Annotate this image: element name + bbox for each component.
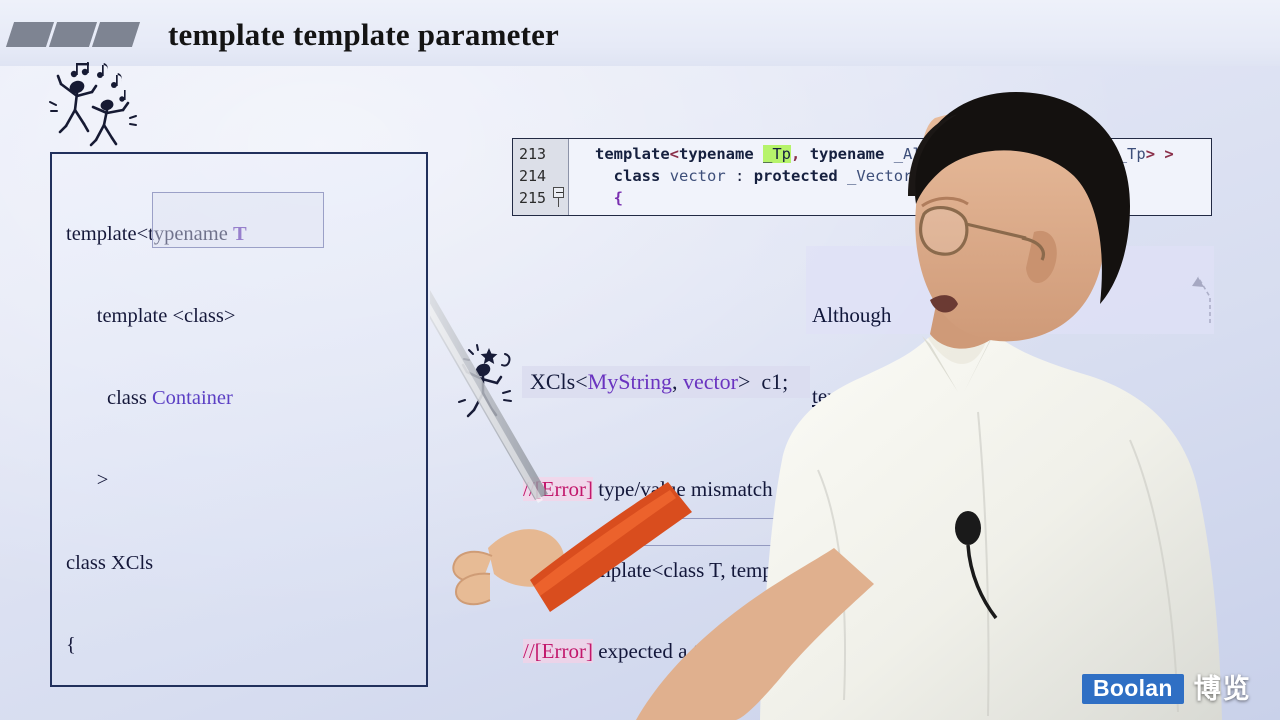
source-code-panel: template<typename T template <class> cla…: [50, 152, 428, 720]
line-number: 213: [519, 145, 547, 163]
code-fold-toggle-icon[interactable]: [553, 187, 564, 198]
code-line: >: [66, 469, 109, 492]
dancing-figure-small-icon: [455, 338, 525, 420]
code-line: class Container: [66, 387, 233, 410]
editor-gutter: 213 214 215: [513, 139, 569, 215]
error-line: //[Error] expected a template of type 't: [523, 639, 844, 663]
annotation-note: Although uced by tem when dedu arameter.: [806, 246, 1214, 489]
editor-code-line: template<typename _Tp, typename _Alloc =…: [595, 145, 1174, 163]
code-line: template<typename T: [66, 222, 247, 245]
code-line: private:: [66, 714, 412, 720]
declaration-statement: XCls<MyString, vector> c1;: [522, 366, 810, 398]
decl-prefix: XCls<: [530, 369, 588, 394]
decl-suffix: > c1;: [737, 369, 789, 394]
decl-sep: ,: [672, 369, 684, 394]
decl-arg2: vector: [683, 369, 738, 394]
editor-code-line: class vector : protected _Vector_base<_T…: [613, 167, 1081, 185]
decor-block-1: [5, 22, 55, 47]
error-line: //[Error] type/value mismatch at argume: [523, 477, 861, 501]
page-title: template template parameter: [168, 17, 560, 52]
error-messages: //[Error] type/value mismatch at argume …: [523, 422, 993, 720]
code-line: template <class>: [66, 305, 236, 328]
slide-canvas: template template parameter template<typ…: [0, 0, 1280, 720]
dancing-figures-icon: [44, 58, 154, 150]
editor-code: template<typename _Tp, typename _Alloc =…: [571, 139, 1174, 209]
editor-code-line: {: [613, 189, 624, 207]
slide-header: template template parameter: [0, 0, 1280, 66]
error-highlight-box: [640, 518, 940, 546]
code-line: class XCls: [66, 551, 154, 574]
code-line: {: [66, 633, 76, 656]
logo-chinese-text: 博览: [1193, 673, 1252, 704]
brand-logo: Boolan 博览: [1082, 672, 1252, 706]
decl-arg1: MyString: [587, 369, 673, 394]
code-fold-stem: [558, 198, 559, 207]
note-line-2: tem when: [812, 384, 1015, 408]
header-decor-blocks: [5, 22, 141, 48]
decor-block-3: [91, 22, 141, 47]
logo-badge: Boolan: [1082, 674, 1184, 704]
line-number: 214: [519, 167, 547, 185]
note-line-1: Although uced by: [812, 303, 1047, 327]
editor-snippet-panel: 213 214 215 template<typename _Tp, typen…: [512, 138, 1212, 216]
error-line: 'template<class T, template<cl: [523, 558, 831, 582]
decor-block-2: [48, 22, 98, 47]
